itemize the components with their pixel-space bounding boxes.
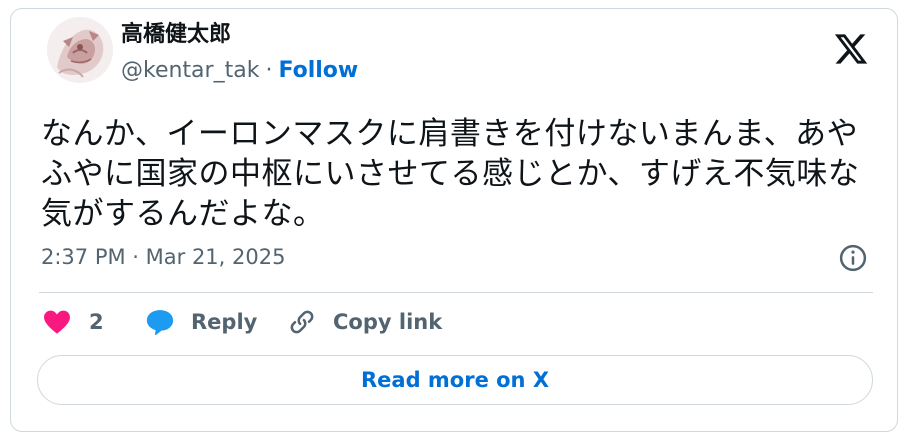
tweet-card: 高橋健太郎 @kentar_tak · Follow なんか、イーロンマスクに肩書き…: [10, 8, 898, 432]
avatar[interactable]: [47, 17, 113, 83]
author-handle-row: @kentar_tak · Follow: [121, 57, 358, 85]
follow-button[interactable]: Follow: [278, 58, 358, 83]
avatar-image: [47, 17, 113, 83]
link-icon: [290, 310, 314, 334]
reply-button[interactable]: Reply: [145, 305, 257, 339]
info-icon[interactable]: [838, 243, 868, 273]
tweet-text: なんか、イーロンマスクに肩書きを付けないまんま、あやふやに国家の中枢にいさせてる…: [41, 116, 860, 232]
divider: [39, 292, 873, 293]
x-logo-icon[interactable]: [833, 31, 869, 67]
tweet-timestamp[interactable]: 2:37 PM · Mar 21, 2025: [41, 243, 285, 271]
author-handle[interactable]: @kentar_tak: [121, 58, 259, 83]
read-more-button[interactable]: Read more on X: [37, 355, 873, 405]
heart-icon: [44, 310, 70, 334]
speech-bubble-icon: [146, 310, 174, 335]
separator-dot: ·: [265, 58, 273, 83]
copy-link-button[interactable]: Copy link: [287, 305, 442, 339]
copy-link-label: Copy link: [333, 310, 443, 334]
reply-label: Reply: [191, 310, 258, 334]
like-button[interactable]: 2: [43, 305, 104, 339]
like-count: 2: [89, 310, 104, 334]
author-display-name[interactable]: 高橋健太郎: [121, 21, 231, 49]
